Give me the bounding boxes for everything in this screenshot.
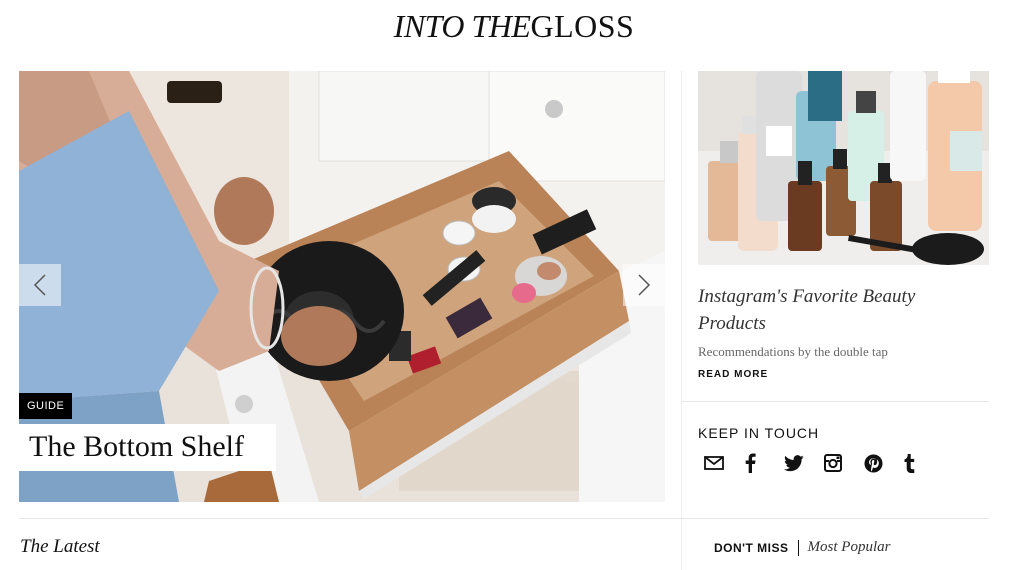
envelope-icon <box>704 456 724 470</box>
sidebar-tabs: DON'T MISS Most Popular <box>714 539 890 556</box>
tab-separator <box>797 539 799 556</box>
sidebar-divider <box>682 401 989 402</box>
pinterest-icon <box>864 453 883 473</box>
side-story-title-link[interactable]: Instagram's Favorite Beauty Products <box>698 283 958 337</box>
latest-heading: The Latest <box>20 536 100 557</box>
site-logo[interactable]: INTO THEGLOSS <box>0 8 1028 45</box>
category-tag[interactable]: GUIDE <box>19 393 73 419</box>
tab-most-popular[interactable]: Most Popular <box>808 539 891 556</box>
twitter-link[interactable] <box>784 452 824 474</box>
keep-in-touch-heading: KEEP IN TOUCH <box>698 425 820 441</box>
hero-carousel[interactable]: GUIDE The Bottom Shelf <box>19 71 665 502</box>
facebook-link[interactable] <box>744 452 784 474</box>
side-story-image[interactable] <box>698 71 989 265</box>
instagram-icon <box>824 454 842 472</box>
side-story-description: Recommendations by the double tap <box>698 344 888 359</box>
tumblr-icon <box>904 453 915 473</box>
instagram-link[interactable] <box>824 452 864 474</box>
pinterest-link[interactable] <box>864 452 904 474</box>
tab-dont-miss[interactable]: DON'T MISS <box>714 541 789 555</box>
column-divider <box>681 71 682 570</box>
logo-text-upright: GLOSS <box>530 8 635 44</box>
carousel-next-button[interactable] <box>623 264 665 306</box>
chevron-right-icon <box>638 274 651 296</box>
chevron-left-icon <box>33 274 46 296</box>
social-links <box>704 452 944 474</box>
read-more-link[interactable]: READ MORE <box>698 369 768 380</box>
twitter-icon <box>784 454 804 471</box>
carousel-prev-button[interactable] <box>19 264 61 306</box>
email-link[interactable] <box>704 452 744 474</box>
hero-title-link[interactable]: The Bottom Shelf <box>29 431 244 463</box>
section-divider <box>19 518 989 519</box>
facebook-icon <box>745 453 756 473</box>
beauty-products-photo <box>698 71 989 265</box>
tumblr-link[interactable] <box>904 452 944 474</box>
logo-text-italic: INTO THE <box>393 8 531 44</box>
hero-title-box: The Bottom Shelf <box>19 424 276 471</box>
